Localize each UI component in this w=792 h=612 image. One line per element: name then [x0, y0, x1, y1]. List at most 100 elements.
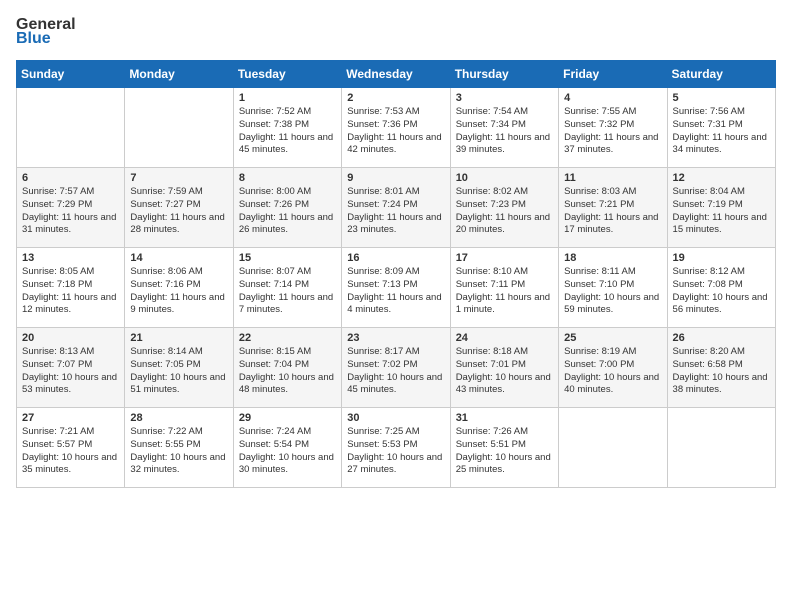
header-saturday: Saturday [667, 61, 775, 88]
header-friday: Friday [559, 61, 667, 88]
day-info: Sunrise: 8:07 AM Sunset: 7:14 PM Dayligh… [239, 266, 336, 317]
day-cell: 18 Sunrise: 8:11 AM Sunset: 7:10 PM Dayli… [559, 248, 667, 328]
day-number: 26 [673, 332, 770, 344]
day-number: 23 [347, 332, 444, 344]
day-number: 7 [130, 172, 227, 184]
logo-blue-text: Blue [16, 30, 51, 48]
day-number: 12 [673, 172, 770, 184]
day-info: Sunrise: 7:57 AM Sunset: 7:29 PM Dayligh… [22, 186, 119, 237]
day-info: Sunrise: 8:03 AM Sunset: 7:21 PM Dayligh… [564, 186, 661, 237]
day-number: 3 [456, 92, 553, 104]
day-info: Sunrise: 8:15 AM Sunset: 7:04 PM Dayligh… [239, 346, 336, 397]
day-cell: 5Sunrise: 7:56 AM Sunset: 7:31 PM Daylig… [667, 88, 775, 168]
day-cell: 2 Sunrise: 7:53 AM Sunset: 7:36 PM Daylig… [342, 88, 450, 168]
day-cell: 10Sunrise: 8:02 AM Sunset: 7:23 PM Dayli… [450, 168, 558, 248]
day-number: 19 [673, 252, 770, 264]
day-number: 25 [564, 332, 661, 344]
day-cell [559, 408, 667, 488]
week-row-0: 1Sunrise: 7:52 AM Sunset: 7:38 PM Daylig… [17, 88, 776, 168]
calendar-table: SundayMondayTuesdayWednesdayThursdayFrid… [16, 60, 776, 488]
header-thursday: Thursday [450, 61, 558, 88]
week-row-4: 27 Sunrise: 7:21 AM Sunset: 5:57 PM Dayli… [17, 408, 776, 488]
day-number: 8 [239, 172, 336, 184]
day-cell: 12 Sunrise: 8:04 AM Sunset: 7:19 PM Dayli… [667, 168, 775, 248]
day-cell: 7Sunrise: 7:59 AM Sunset: 7:27 PM Daylig… [125, 168, 233, 248]
day-cell: 28 Sunrise: 7:22 AM Sunset: 5:55 PM Dayli… [125, 408, 233, 488]
day-number: 31 [456, 412, 553, 424]
day-number: 14 [130, 252, 227, 264]
day-info: Sunrise: 8:00 AM Sunset: 7:26 PM Dayligh… [239, 186, 336, 237]
day-info: Sunrise: 8:02 AM Sunset: 7:23 PM Dayligh… [456, 186, 553, 237]
day-number: 27 [22, 412, 119, 424]
day-number: 15 [239, 252, 336, 264]
header-sunday: Sunday [17, 61, 125, 88]
day-number: 21 [130, 332, 227, 344]
day-info: Sunrise: 8:14 AM Sunset: 7:05 PM Dayligh… [130, 346, 227, 397]
day-cell: 26 Sunrise: 8:20 AM Sunset: 6:58 PM Dayli… [667, 328, 775, 408]
day-cell: 30 Sunrise: 7:25 AM Sunset: 5:53 PM Dayli… [342, 408, 450, 488]
calendar-body: 1Sunrise: 7:52 AM Sunset: 7:38 PM Daylig… [17, 88, 776, 488]
day-number: 9 [347, 172, 444, 184]
header-row: SundayMondayTuesdayWednesdayThursdayFrid… [17, 61, 776, 88]
calendar-header: SundayMondayTuesdayWednesdayThursdayFrid… [17, 61, 776, 88]
day-info: Sunrise: 8:04 AM Sunset: 7:19 PM Dayligh… [673, 186, 770, 237]
day-cell: 4Sunrise: 7:55 AM Sunset: 7:32 PM Daylig… [559, 88, 667, 168]
day-number: 28 [130, 412, 227, 424]
day-info: Sunrise: 8:18 AM Sunset: 7:01 PM Dayligh… [456, 346, 553, 397]
day-info: Sunrise: 7:26 AM Sunset: 5:51 PM Dayligh… [456, 426, 553, 477]
day-info: Sunrise: 8:09 AM Sunset: 7:13 PM Dayligh… [347, 266, 444, 317]
day-number: 17 [456, 252, 553, 264]
day-cell: 21 Sunrise: 8:14 AM Sunset: 7:05 PM Dayli… [125, 328, 233, 408]
day-cell: 20Sunrise: 8:13 AM Sunset: 7:07 PM Dayli… [17, 328, 125, 408]
day-number: 11 [564, 172, 661, 184]
page-header: General Blue [16, 16, 776, 48]
day-number: 13 [22, 252, 119, 264]
day-cell: 1Sunrise: 7:52 AM Sunset: 7:38 PM Daylig… [233, 88, 341, 168]
week-row-3: 20Sunrise: 8:13 AM Sunset: 7:07 PM Dayli… [17, 328, 776, 408]
day-number: 16 [347, 252, 444, 264]
day-cell: 23 Sunrise: 8:17 AM Sunset: 7:02 PM Dayli… [342, 328, 450, 408]
day-info: Sunrise: 7:52 AM Sunset: 7:38 PM Dayligh… [239, 106, 336, 157]
day-cell [667, 408, 775, 488]
week-row-1: 6 Sunrise: 7:57 AM Sunset: 7:29 PM Daylig… [17, 168, 776, 248]
day-cell: 8 Sunrise: 8:00 AM Sunset: 7:26 PM Daylig… [233, 168, 341, 248]
day-number: 22 [239, 332, 336, 344]
day-number: 2 [347, 92, 444, 104]
day-info: Sunrise: 8:11 AM Sunset: 7:10 PM Dayligh… [564, 266, 661, 317]
day-cell: 25 Sunrise: 8:19 AM Sunset: 7:00 PM Dayli… [559, 328, 667, 408]
day-info: Sunrise: 7:55 AM Sunset: 7:32 PM Dayligh… [564, 106, 661, 157]
day-info: Sunrise: 7:54 AM Sunset: 7:34 PM Dayligh… [456, 106, 553, 157]
day-cell: 27 Sunrise: 7:21 AM Sunset: 5:57 PM Dayli… [17, 408, 125, 488]
day-info: Sunrise: 7:22 AM Sunset: 5:55 PM Dayligh… [130, 426, 227, 477]
day-info: Sunrise: 7:24 AM Sunset: 5:54 PM Dayligh… [239, 426, 336, 477]
header-wednesday: Wednesday [342, 61, 450, 88]
header-tuesday: Tuesday [233, 61, 341, 88]
day-info: Sunrise: 8:20 AM Sunset: 6:58 PM Dayligh… [673, 346, 770, 397]
day-cell: 22 Sunrise: 8:15 AM Sunset: 7:04 PM Dayli… [233, 328, 341, 408]
week-row-2: 13 Sunrise: 8:05 AM Sunset: 7:18 PM Dayli… [17, 248, 776, 328]
day-info: Sunrise: 8:10 AM Sunset: 7:11 PM Dayligh… [456, 266, 553, 317]
day-number: 6 [22, 172, 119, 184]
day-info: Sunrise: 8:17 AM Sunset: 7:02 PM Dayligh… [347, 346, 444, 397]
day-number: 30 [347, 412, 444, 424]
day-info: Sunrise: 8:12 AM Sunset: 7:08 PM Dayligh… [673, 266, 770, 317]
day-cell: 13 Sunrise: 8:05 AM Sunset: 7:18 PM Dayli… [17, 248, 125, 328]
day-info: Sunrise: 8:01 AM Sunset: 7:24 PM Dayligh… [347, 186, 444, 237]
header-monday: Monday [125, 61, 233, 88]
day-number: 29 [239, 412, 336, 424]
day-info: Sunrise: 7:21 AM Sunset: 5:57 PM Dayligh… [22, 426, 119, 477]
logo: General Blue [16, 16, 76, 48]
day-cell: 29 Sunrise: 7:24 AM Sunset: 5:54 PM Dayli… [233, 408, 341, 488]
day-cell: 9 Sunrise: 8:01 AM Sunset: 7:24 PM Daylig… [342, 168, 450, 248]
day-info: Sunrise: 8:05 AM Sunset: 7:18 PM Dayligh… [22, 266, 119, 317]
day-info: Sunrise: 8:19 AM Sunset: 7:00 PM Dayligh… [564, 346, 661, 397]
day-cell: 31 Sunrise: 7:26 AM Sunset: 5:51 PM Dayli… [450, 408, 558, 488]
day-info: Sunrise: 7:53 AM Sunset: 7:36 PM Dayligh… [347, 106, 444, 157]
day-info: Sunrise: 7:25 AM Sunset: 5:53 PM Dayligh… [347, 426, 444, 477]
day-cell: 19 Sunrise: 8:12 AM Sunset: 7:08 PM Dayli… [667, 248, 775, 328]
logo-container: General Blue [16, 16, 76, 48]
day-number: 24 [456, 332, 553, 344]
day-cell: 6 Sunrise: 7:57 AM Sunset: 7:29 PM Daylig… [17, 168, 125, 248]
day-cell: 3 Sunrise: 7:54 AM Sunset: 7:34 PM Daylig… [450, 88, 558, 168]
day-number: 18 [564, 252, 661, 264]
